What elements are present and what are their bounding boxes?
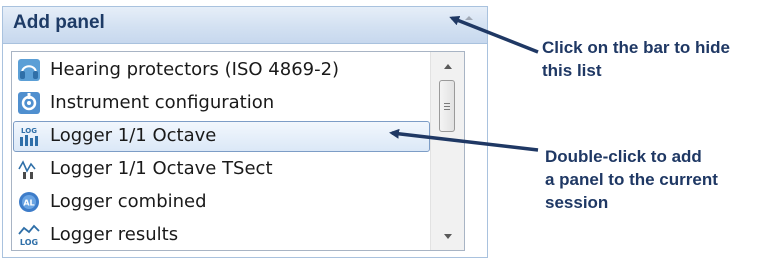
arrow-to-selected-item xyxy=(389,128,539,152)
hide-list-annotation: Click on the bar to hide this list xyxy=(542,36,730,82)
annotation-line: this list xyxy=(542,61,602,80)
annotation-line: Click on the bar to hide xyxy=(542,38,730,57)
annotation-line: session xyxy=(545,193,609,212)
add-panel-annotation: Double-click to add a panel to the curre… xyxy=(545,145,718,214)
annotation-line: Double-click to add xyxy=(545,147,702,166)
arrow-to-header-bar xyxy=(449,15,539,54)
annotation-line: a panel to the current xyxy=(545,170,718,189)
